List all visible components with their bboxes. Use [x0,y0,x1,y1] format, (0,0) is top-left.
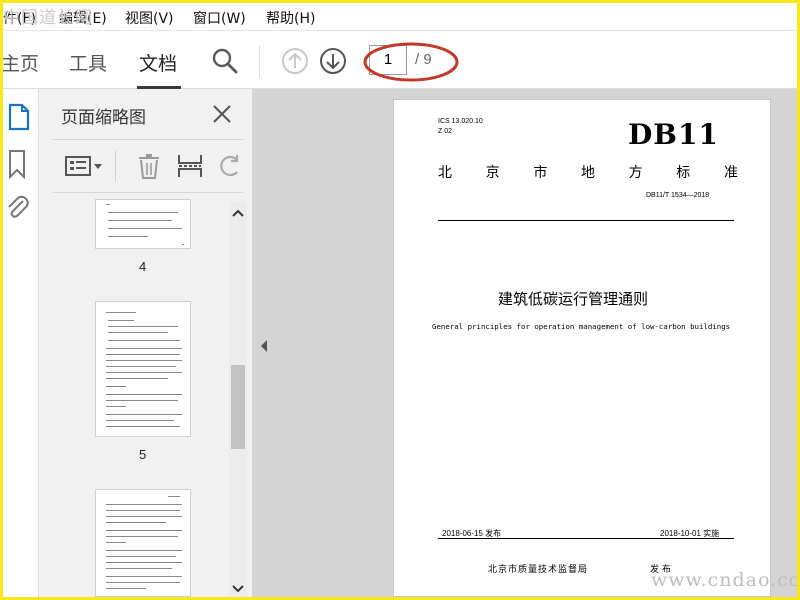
scrollbar-thumb[interactable] [231,365,245,449]
doc-standard-char: 方 [628,165,643,181]
panel-title: 页面缩略图 [61,108,146,128]
tab-document[interactable]: 文档 [139,49,177,76]
doc-standard-char: 地 [580,165,595,181]
highlight-annotation [363,42,459,82]
menu-help[interactable]: 帮助(H) [266,8,315,28]
collapse-panel-icon[interactable] [259,339,269,353]
extract-icon[interactable] [177,153,203,179]
panel-toolbar [39,141,253,191]
doc-issuer: 北京市质量技术监督局 [488,565,589,575]
menu-window[interactable]: 窗口(W) [193,8,246,28]
doc-title-cn: 建筑低碳运行管理通则 [498,290,649,308]
doc-standard-char: 市 [533,165,548,181]
tab-tools[interactable]: 工具 [69,49,107,76]
bookmark-icon[interactable] [7,149,29,179]
doc-code: DB11/T 1534—2018 [646,192,710,199]
page-thumbnail-6[interactable] [95,489,191,597]
tab-home[interactable]: 主页 [3,49,39,76]
doc-standard-char: 标 [676,165,691,181]
thumbnail-options-icon[interactable] [65,155,105,177]
doc-standard-char: 京 [485,165,500,181]
doc-title-en: General principles for operation managem… [432,322,731,331]
panel-divider [53,139,243,140]
app-window: 件(F) 编辑(E) 视图(V) 窗口(W) 帮助(H) 中国道长网 主页 工具… [3,3,797,597]
watermark-top: 中国道长网 [3,8,93,28]
doc-classification: Z 02 [438,128,453,135]
toolbar-separator [259,45,260,77]
attachment-icon[interactable] [5,193,29,219]
doc-standard-char: 准 [723,165,738,181]
scroll-down-icon[interactable] [231,583,245,595]
page-thumbnail-4[interactable] [95,199,191,249]
doc-rule-bottom [438,538,734,539]
undo-icon[interactable] [217,153,241,179]
watermark-bottom: www.cndao.com [651,569,797,591]
panel-divider-2 [53,192,243,193]
doc-standard-id: DB11 [628,118,719,151]
search-icon[interactable] [211,47,239,75]
page-down-icon[interactable] [319,47,347,75]
page-thumbnails-icon[interactable] [7,103,31,131]
doc-ics: ICS 13.020.10 [438,118,483,125]
main-toolbar: 主页 工具 文档 1 / 9 [3,31,797,89]
close-icon[interactable] [211,103,233,125]
page-thumbnail-5[interactable] [95,301,191,437]
menu-bar: 件(F) 编辑(E) 视图(V) 窗口(W) 帮助(H) [3,3,797,31]
page-up-icon[interactable] [281,47,309,75]
doc-rule-top [438,220,734,221]
doc-standard-type: 北 京 市 地 方 标 准 [438,162,738,182]
scroll-up-icon[interactable] [231,207,245,219]
thumbnail-page-number: 4 [139,259,147,274]
document-viewer: ICS 13.020.10 Z 02 DB11 北 京 市 地 方 标 准 DB… [253,89,797,597]
thumbnail-page-number: 5 [139,447,147,462]
doc-standard-char: 北 [438,165,452,181]
menu-view[interactable]: 视图(V) [125,8,174,28]
navigation-strip [3,89,39,597]
panel-toolbar-separator [115,151,116,181]
thumbnail-panel: 页面缩略图 4 5 [39,89,253,597]
document-page: ICS 13.020.10 Z 02 DB11 北 京 市 地 方 标 准 DB… [393,99,771,597]
delete-icon[interactable] [137,153,161,179]
